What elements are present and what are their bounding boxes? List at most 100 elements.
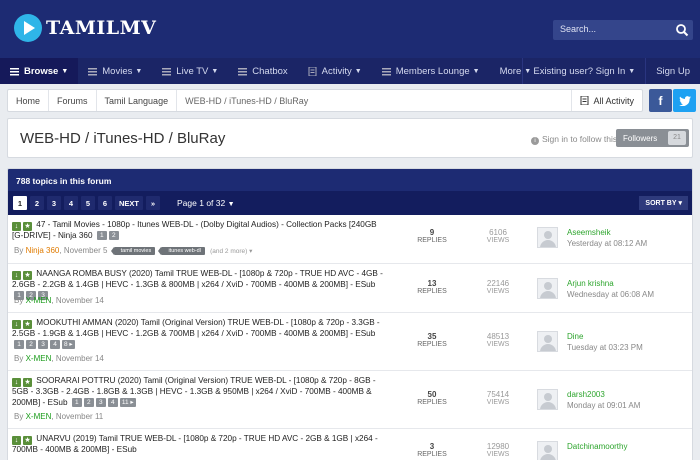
topic-page-link[interactable]: 1	[71, 397, 82, 407]
replies-count: 9	[429, 228, 435, 237]
last-page-button[interactable]: »	[146, 196, 161, 210]
topic-page-link[interactable]: 2	[108, 231, 119, 240]
replies-stat: 35 REPLIES	[402, 332, 462, 348]
tag-link[interactable]: itunes web-dl	[158, 247, 205, 255]
replies-stat: 3 REPLIES	[402, 442, 462, 458]
nav-live-tv[interactable]: Live TV ▼	[152, 58, 228, 84]
topic-date: November 14	[55, 354, 104, 363]
replies-count: 3	[429, 442, 435, 451]
all-activity-link[interactable]: All Activity	[571, 90, 642, 111]
nav-chatbox[interactable]: Chatbox	[228, 58, 297, 84]
search-placeholder: Search...	[560, 24, 597, 34]
last-poster-link[interactable]: Dine	[567, 332, 643, 341]
sign-up-link[interactable]: Sign Up	[645, 58, 700, 84]
page-button-5[interactable]: 5	[81, 196, 95, 210]
last-poster-link[interactable]: Aseemsheik	[567, 228, 647, 237]
search-icon[interactable]	[675, 23, 689, 37]
nav-browse[interactable]: Browse ▼	[0, 58, 79, 84]
breadcrumb-tamil-language[interactable]: Tamil Language	[97, 90, 178, 111]
page-title: WEB-HD / iTunes-HD / BluRay	[20, 130, 226, 147]
replies-count: 13	[427, 279, 437, 288]
topic-page-link[interactable]: 3	[38, 339, 48, 349]
search-input[interactable]: Search...	[553, 20, 693, 40]
next-page-button[interactable]: NEXT	[115, 196, 144, 210]
topic-page-link[interactable]: 1	[14, 339, 24, 349]
topic-title-link[interactable]: NAANGA ROMBA BUSY (2020) Tamil TRUE WEB-…	[12, 269, 383, 289]
chevron-down-icon: ▼	[628, 67, 636, 75]
topic-page-link[interactable]: 3	[95, 397, 106, 407]
breadcrumb: Home Forums Tamil Language WEB-HD / iTun…	[7, 89, 643, 112]
last-page-number: 11	[121, 398, 129, 406]
topic-page-link[interactable]: 1	[96, 231, 107, 240]
page-button-2[interactable]: 2	[30, 196, 44, 210]
topic-title-link[interactable]: MOOKUTHI AMMAN (2020) Tamil (Original Ve…	[12, 318, 380, 338]
page-button-1[interactable]: 1	[13, 196, 27, 210]
avatar[interactable]	[537, 278, 558, 299]
page-button-6[interactable]: 6	[98, 196, 112, 210]
avatar[interactable]	[537, 227, 558, 248]
last-post-time[interactable]: Monday at 09:01 AM	[567, 401, 640, 410]
topic-title-link[interactable]: UNARVU (2019) Tamil TRUE WEB-DL - [1080p…	[12, 434, 378, 454]
author-link[interactable]: X-MEN	[26, 296, 52, 305]
page-button-3[interactable]: 3	[47, 196, 61, 210]
facebook-share-button[interactable]: f	[649, 89, 672, 112]
author-link[interactable]: X-MEN	[26, 412, 52, 421]
topic-meta: By Ninja 360, November 5 tamil movies it…	[14, 246, 253, 255]
list-icon	[10, 67, 19, 76]
nav-label: Activity	[321, 65, 352, 77]
topic-page-link[interactable]: 4	[50, 339, 60, 349]
last-post-time[interactable]: Wednesday at 06:08 AM	[567, 290, 654, 299]
nav-movies[interactable]: Movies ▼	[78, 58, 152, 84]
followers-count: 21	[668, 131, 686, 145]
nav-activity[interactable]: Activity ▼	[298, 58, 372, 84]
chevron-down-icon: ▼	[354, 67, 362, 75]
topic-row: ↓ ★ NAANGA ROMBA BUSY (2020) Tamil TRUE W…	[8, 264, 692, 313]
author-link[interactable]: Ninja 360	[26, 246, 60, 255]
by-label: By	[14, 296, 24, 305]
topic-count: 788 topics in this forum	[8, 169, 692, 191]
chevron-down-icon: ▼	[135, 67, 143, 75]
avatar[interactable]	[537, 389, 558, 410]
twitter-share-button[interactable]	[673, 89, 696, 112]
followers-button[interactable]: Followers 21	[616, 129, 689, 147]
chevron-down-icon: ▼	[211, 67, 219, 75]
topic-title-block: ↓ ★ UNARVU (2019) Tamil TRUE WEB-DL - [10…	[12, 434, 388, 456]
views-label: VIEWS	[486, 237, 510, 244]
topic-title-link[interactable]: SOORARAI POTTRU (2020) Tamil (Original V…	[12, 376, 376, 407]
replies-label: REPLIES	[417, 288, 447, 295]
last-post-time[interactable]: Yesterday at 08:12 AM	[567, 239, 647, 248]
topic-row: ↓ ★ UNARVU (2019) Tamil TRUE WEB-DL - [10…	[8, 429, 692, 460]
last-poster-link[interactable]: Datchinamoorthy	[567, 442, 627, 451]
topic-page-link[interactable]: 4	[107, 397, 118, 407]
topic-page-link[interactable]: 8 ▸	[62, 339, 75, 349]
topic-page-link[interactable]: 2	[26, 339, 36, 349]
last-post-time[interactable]: Tuesday at 03:23 PM	[567, 343, 643, 352]
breadcrumb-forums[interactable]: Forums	[49, 90, 97, 111]
topic-title-link[interactable]: 47 - Tamil Movies - 1080p - Itunes WEB-D…	[12, 220, 377, 240]
breadcrumb-home[interactable]: Home	[8, 90, 50, 111]
breadcrumb-current: WEB-HD / iTunes-HD / BluRay	[185, 95, 309, 106]
topic-row: ↓ ★ MOOKUTHI AMMAN (2020) Tamil (Original…	[8, 313, 692, 371]
nav-label: Chatbox	[252, 65, 288, 77]
sign-in-link[interactable]: Existing user? Sign In ▼	[522, 58, 645, 84]
page-button-4[interactable]: 4	[64, 196, 78, 210]
avatar[interactable]	[537, 441, 558, 460]
views-count: 75414	[486, 390, 510, 399]
topic-page-link[interactable]: 2	[83, 397, 94, 407]
sort-by-button[interactable]: SORT BY ▾	[639, 196, 688, 210]
document-icon	[308, 66, 317, 76]
nav-members-lounge[interactable]: Members Lounge ▼	[372, 58, 490, 84]
last-post: Datchinamoorthy	[567, 442, 627, 451]
page-jump-dropdown[interactable]: Page 1 of 32 ▼	[177, 198, 235, 208]
site-logo[interactable]: TAMILMV	[14, 14, 156, 42]
tag-link[interactable]: tamil movies	[110, 247, 156, 255]
topic-page-link[interactable]: 11 ▸	[119, 397, 136, 407]
author-link[interactable]: X-MEN	[26, 354, 52, 363]
download-icon: ↓	[12, 436, 21, 445]
last-poster-link[interactable]: darsh2003	[567, 390, 640, 399]
more-tags-link[interactable]: (and 2 more) ▾	[210, 248, 252, 255]
avatar[interactable]	[537, 331, 558, 352]
follow-prompt[interactable]: i Sign in to follow this	[531, 134, 617, 145]
views-stat: 12980 VIEWS	[468, 442, 528, 458]
last-poster-link[interactable]: Arjun krishna	[567, 279, 654, 288]
